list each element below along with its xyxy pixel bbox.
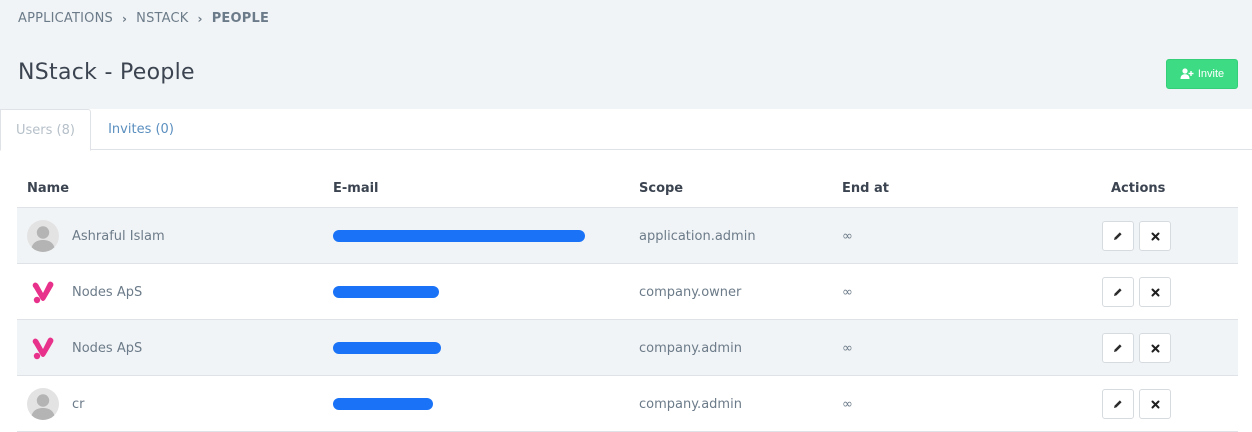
scope-cell: company.admin (639, 340, 742, 356)
tab-bar: Users (8) Invites (0) (0, 109, 1252, 151)
user-cell: Ashraful Islam (27, 208, 165, 264)
table-header: Name E-mail Scope End at Actions (17, 150, 1238, 208)
delete-button[interactable] (1139, 277, 1171, 307)
delete-button[interactable] (1139, 221, 1171, 251)
scope-cell: company.owner (639, 284, 742, 300)
nodes-logo (27, 332, 59, 364)
default-person-avatar (27, 220, 59, 252)
user-cell: Nodes ApS (27, 264, 142, 320)
edit-button[interactable] (1102, 277, 1134, 307)
email-cell (333, 320, 441, 376)
column-header-end-at: End at (842, 181, 889, 196)
user-name: Nodes ApS (72, 340, 143, 356)
invite-button-label: Invite (1197, 68, 1225, 80)
breadcrumb-people: PEOPLE (211, 11, 270, 26)
pencil-icon (1114, 232, 1122, 240)
breadcrumb-applications[interactable]: APPLICATIONS (18, 11, 113, 26)
table-row: Ashraful Islam application.admin ∞ (17, 208, 1238, 264)
email-cell (333, 376, 433, 432)
page-header: APPLICATIONS › NSTACK › PEOPLE NStack - … (0, 0, 1252, 109)
edit-button[interactable] (1102, 389, 1134, 419)
default-person-avatar (27, 388, 59, 420)
scope-cell: application.admin (639, 228, 756, 244)
user-cell: cr (27, 376, 85, 432)
edit-button[interactable] (1102, 333, 1134, 363)
redacted-email (333, 398, 433, 410)
invite-button[interactable]: Invite (1166, 59, 1238, 89)
close-icon (1151, 288, 1159, 296)
scope-cell: company.admin (639, 396, 742, 412)
end-at-cell: ∞ (842, 340, 853, 356)
email-cell (333, 264, 439, 320)
breadcrumb-separator-icon: › (122, 11, 128, 26)
redacted-email (333, 230, 585, 242)
page-title: NStack - People (18, 60, 195, 85)
close-icon (1151, 400, 1159, 408)
tab-invites[interactable]: Invites (0) (91, 109, 191, 150)
delete-button[interactable] (1139, 333, 1171, 363)
add-user-icon (1180, 68, 1194, 80)
column-header-scope: Scope (639, 181, 684, 196)
breadcrumb-nstack[interactable]: NSTACK (136, 11, 188, 26)
breadcrumb: APPLICATIONS › NSTACK › PEOPLE (18, 11, 269, 26)
user-name: Nodes ApS (72, 284, 143, 300)
pencil-icon (1114, 400, 1122, 408)
table-row: Nodes ApS company.admin ∞ (17, 320, 1238, 376)
email-cell (333, 208, 585, 264)
end-at-cell: ∞ (842, 228, 853, 244)
redacted-email (333, 342, 441, 354)
table-row: Nodes ApS company.owner ∞ (17, 264, 1238, 320)
nodes-logo (27, 276, 59, 308)
close-icon (1151, 344, 1159, 352)
column-header-name: Name (27, 181, 70, 196)
user-name: cr (72, 396, 85, 412)
user-name: Ashraful Islam (72, 228, 165, 244)
tab-users[interactable]: Users (8) (0, 109, 91, 151)
people-table: Name E-mail Scope End at Actions Ashrafu… (17, 150, 1238, 432)
end-at-cell: ∞ (842, 396, 853, 412)
table-row: cr company.admin ∞ (17, 376, 1238, 432)
end-at-cell: ∞ (842, 284, 853, 300)
edit-button[interactable] (1102, 221, 1134, 251)
user-cell: Nodes ApS (27, 320, 142, 376)
close-icon (1151, 232, 1159, 240)
delete-button[interactable] (1139, 389, 1171, 419)
breadcrumb-separator-icon: › (197, 11, 203, 26)
redacted-email (333, 286, 439, 298)
column-header-email: E-mail (333, 181, 379, 196)
column-header-actions: Actions (1111, 181, 1166, 196)
pencil-icon (1114, 288, 1122, 296)
pencil-icon (1114, 344, 1122, 352)
